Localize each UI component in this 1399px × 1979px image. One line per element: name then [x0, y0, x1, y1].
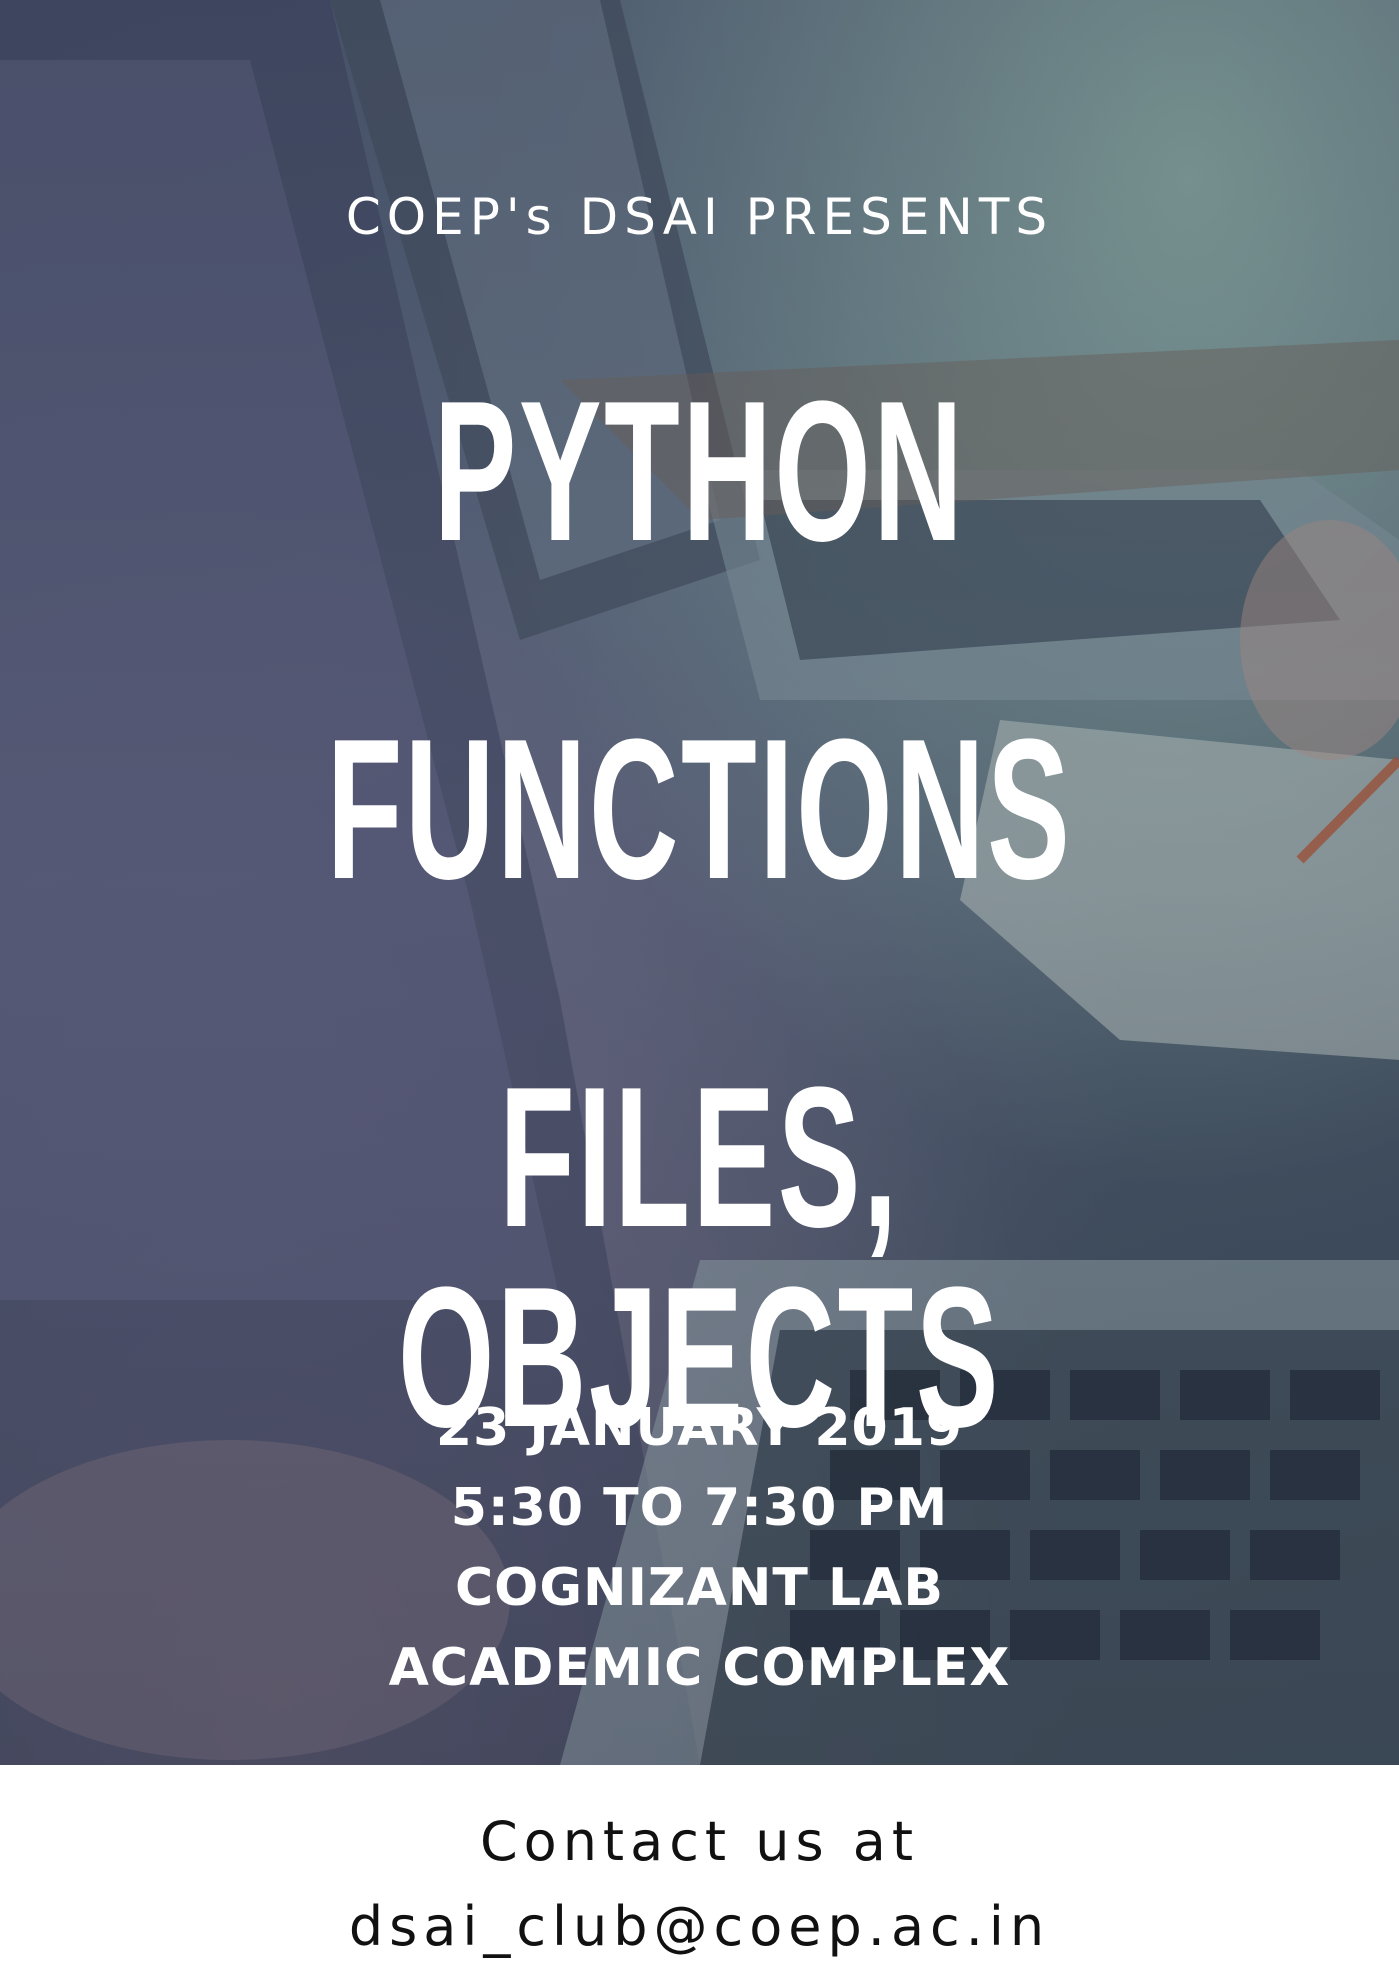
title-line-2: FUNCTIONS — [326, 698, 1073, 921]
event-venue: COGNIZANT LAB — [455, 1558, 944, 1618]
event-time: 5:30 TO 7:30 PM — [450, 1478, 949, 1538]
title-line-1: PYTHON — [433, 360, 966, 583]
event-building: ACADEMIC COMPLEX — [388, 1638, 1011, 1698]
presenter-line: COEP's DSAI PRESENTS — [345, 188, 1054, 246]
event-details: 23 JANUARY 2019 5:30 TO 7:30 PM COGNIZAN… — [0, 1388, 1399, 1708]
event-poster: COEP's DSAI PRESENTS PYTHON FUNCTIONS FI… — [0, 0, 1399, 1979]
event-date: 23 JANUARY 2019 — [435, 1398, 964, 1458]
contact-email[interactable]: dsai_club@coep.ac.in — [0, 1895, 1399, 1958]
contact-label: Contact us at — [479, 1810, 920, 1873]
